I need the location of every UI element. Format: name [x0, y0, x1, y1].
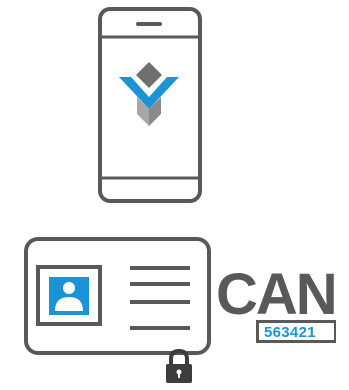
padlock-icon: [166, 348, 192, 383]
smartphone-illustration: [96, 5, 204, 205]
person-portrait-icon: [49, 277, 89, 315]
can-number: 563421: [264, 324, 316, 341]
smartphone-icon: [98, 7, 202, 203]
id-card-illustration: [22, 235, 214, 385]
can-title: CAN: [216, 262, 338, 327]
id-card-icon: [24, 237, 211, 383]
can-label-group: CAN 563421: [214, 266, 349, 352]
can-number-box: 563421: [256, 320, 336, 343]
